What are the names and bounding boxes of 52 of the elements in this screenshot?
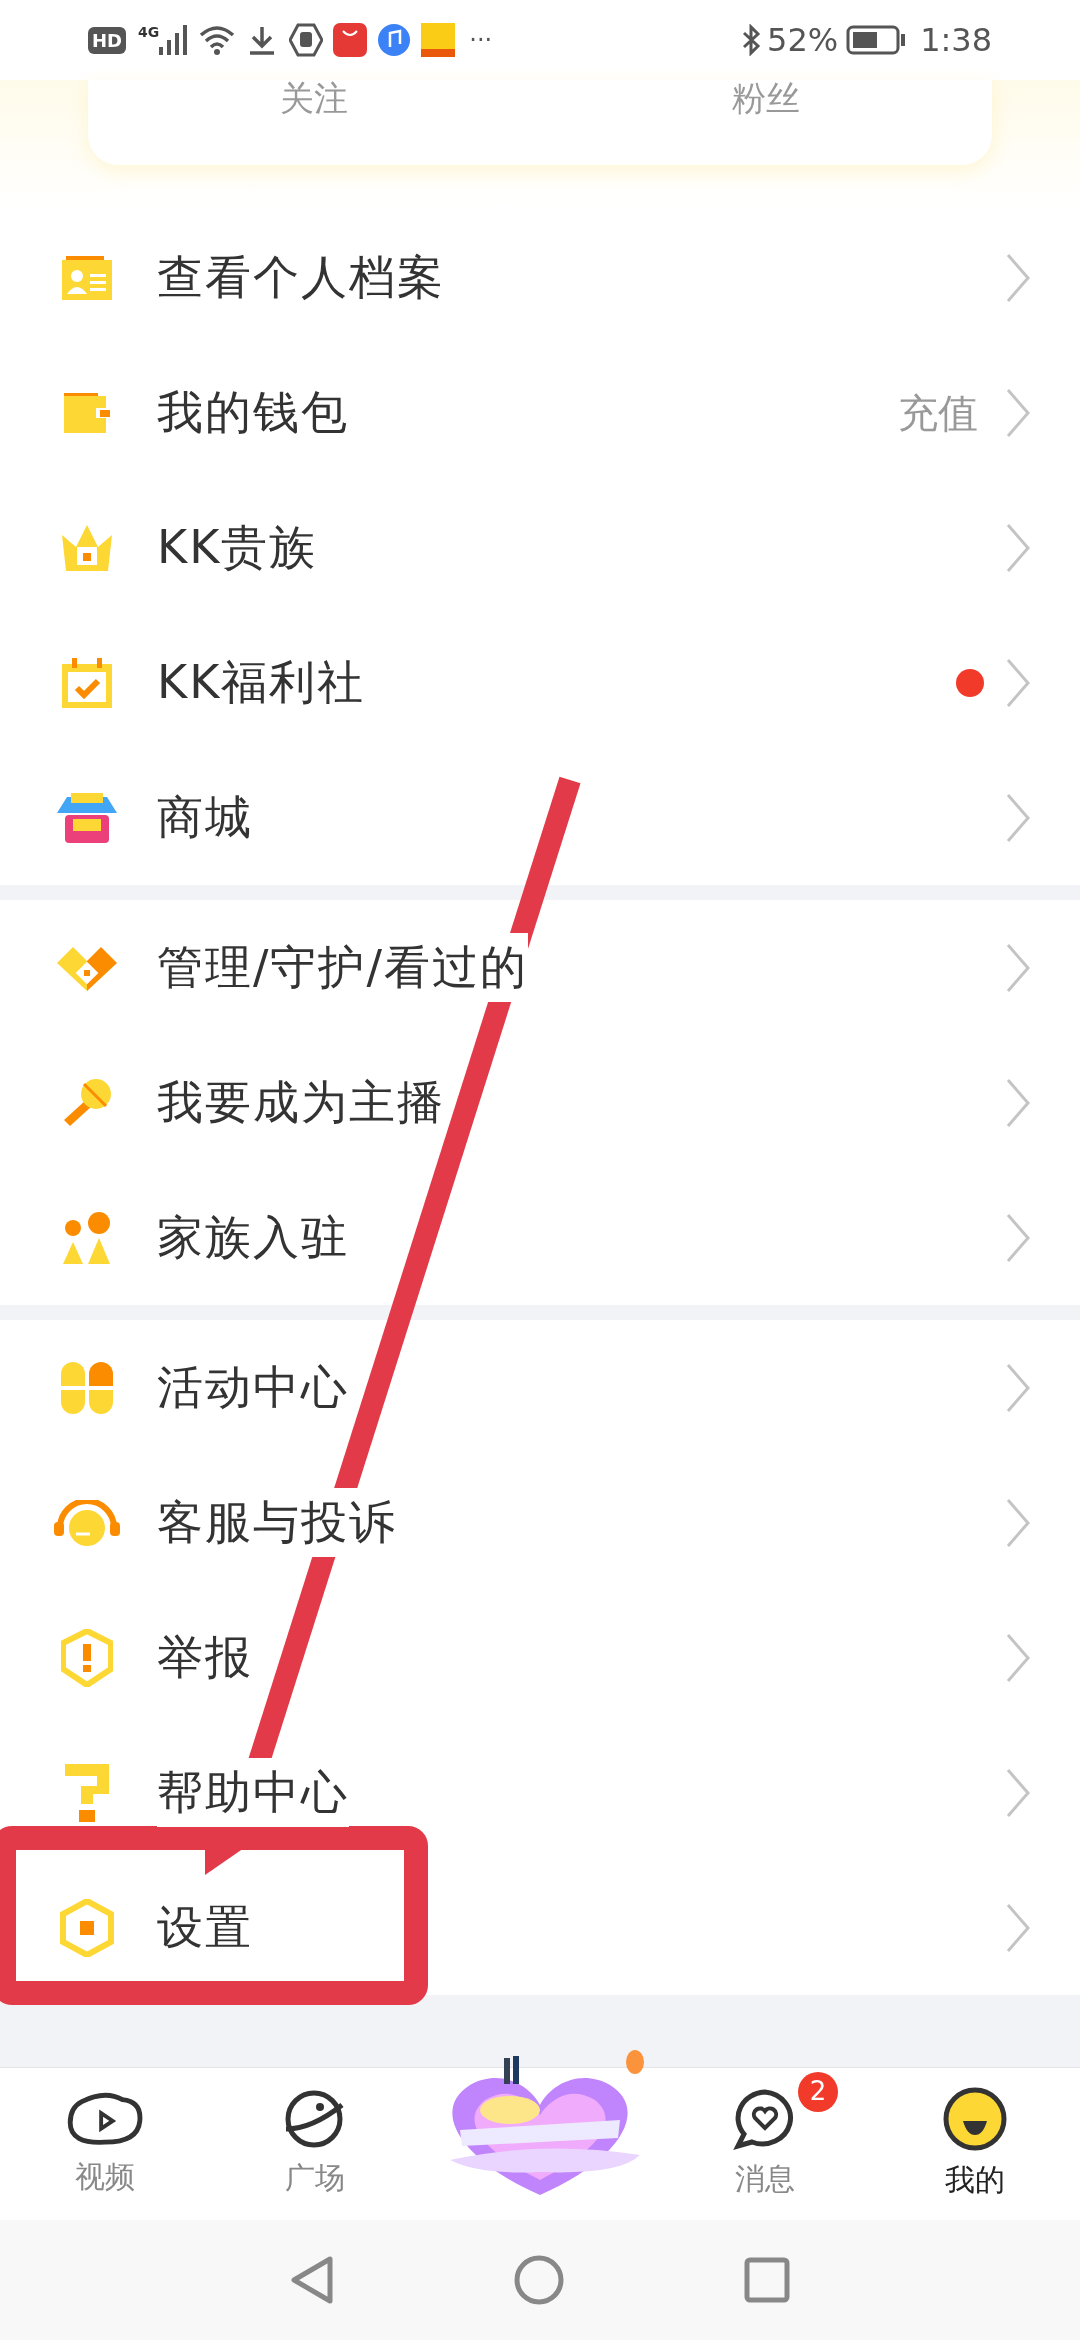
- menu-label: 客服与投诉: [157, 1488, 397, 1557]
- chevron-icon: [1006, 1212, 1030, 1263]
- chevron-icon: [1006, 1362, 1030, 1413]
- app-icon: [421, 23, 456, 57]
- unread-badge: 2: [798, 2071, 838, 2112]
- chevron-icon: [1006, 1077, 1030, 1128]
- chevron-icon: [1006, 252, 1030, 303]
- menu-item[interactable]: 我要成为主播: [0, 1035, 1080, 1170]
- chevron-icon: [1006, 522, 1030, 573]
- menu-label: 管理/守护/看过的: [157, 933, 528, 1002]
- chevron-icon: [1006, 1767, 1030, 1818]
- network-label: 4G: [138, 23, 160, 42]
- chevron-icon: [1006, 942, 1030, 993]
- menu-icon: [52, 1499, 122, 1546]
- signal-icon: [159, 25, 188, 55]
- menu-item[interactable]: 客服与投诉: [0, 1455, 1080, 1590]
- menu-item[interactable]: 家族入驻: [0, 1170, 1080, 1305]
- more-notifications: ···: [469, 25, 493, 56]
- menu-item[interactable]: KK福利社: [0, 615, 1080, 750]
- nav-icon: [943, 2086, 1007, 2151]
- menu-label: 帮助中心: [157, 1758, 349, 1827]
- nav-tab[interactable]: 广场: [210, 2068, 420, 2220]
- chevron-icon: [1006, 1902, 1030, 1953]
- menu-item[interactable]: 活动中心: [0, 1320, 1080, 1455]
- menu-item[interactable]: 管理/守护/看过的: [0, 900, 1080, 1035]
- nav-tab[interactable]: 2 消息: [660, 2068, 870, 2220]
- battery-icon: [846, 25, 907, 55]
- clock: 1:38: [920, 20, 992, 61]
- menu-item[interactable]: KK贵族: [0, 480, 1080, 615]
- chevron-icon: [1006, 792, 1030, 843]
- nav-tab[interactable]: 视频: [0, 2068, 210, 2220]
- home-icon[interactable]: [514, 2255, 564, 2305]
- chevron-icon: [1006, 387, 1030, 438]
- menu-item[interactable]: 我的钱包 充值: [0, 345, 1080, 480]
- chevron-icon: [1006, 657, 1030, 708]
- menu-item[interactable]: 商城: [0, 750, 1080, 885]
- menu-item[interactable]: 帮助中心: [0, 1725, 1080, 1860]
- wifi-icon: [199, 25, 236, 55]
- hd-badge: HD: [88, 26, 126, 54]
- music-icon: [377, 23, 412, 57]
- hand-icon: [289, 23, 324, 57]
- chevron-icon: [1006, 1497, 1030, 1548]
- nav-tab[interactable]: 我的: [870, 2068, 1080, 2220]
- recents-icon[interactable]: [744, 2257, 790, 2303]
- chevron-icon: [1006, 1632, 1030, 1683]
- menu-item[interactable]: 查看个人档案: [0, 210, 1080, 345]
- battery-percent: 52%: [767, 20, 839, 61]
- back-icon[interactable]: [290, 2255, 334, 2305]
- menu-value: 充值: [898, 388, 978, 438]
- menu-item[interactable]: 举报: [0, 1590, 1080, 1725]
- app-icon: [333, 23, 368, 57]
- bluetooth-icon: [741, 24, 761, 56]
